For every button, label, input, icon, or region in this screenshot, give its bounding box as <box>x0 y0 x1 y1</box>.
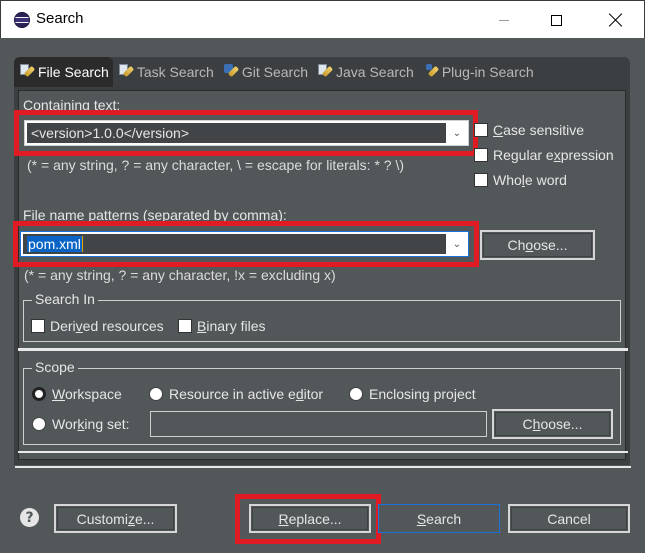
containing-text-hint: (* = any string, ? = any character, \ = … <box>27 157 405 173</box>
file-patterns-input[interactable]: pom.xml <box>23 234 446 254</box>
radio-dot[interactable] <box>32 387 46 401</box>
button-label: Cancel <box>547 510 591 527</box>
derived-resources-checkbox[interactable]: Derived resources <box>31 318 164 334</box>
tab-task-search[interactable]: Task Search <box>113 57 218 87</box>
window-title: Search <box>36 10 84 27</box>
active-editor-radio[interactable]: Resource in active editor <box>149 386 323 402</box>
binary-files-checkbox[interactable]: Binary files <box>178 318 265 334</box>
search-in-title: Search In <box>32 291 98 307</box>
replace-button[interactable]: Replace... <box>249 504 371 533</box>
button-label: Customize... <box>76 510 155 527</box>
checkbox-box[interactable] <box>474 148 488 162</box>
button-label: Choose... <box>507 237 568 253</box>
maximize-icon <box>550 14 562 26</box>
containing-text-combo[interactable]: <version>1.0.0</version> ⌄ <box>24 120 469 146</box>
separator <box>18 348 628 351</box>
file-search-icon <box>19 64 36 80</box>
tab-bar: File Search Task Search Git Search Java … <box>14 57 538 87</box>
whole-word-checkbox[interactable]: Whole word <box>474 172 567 188</box>
chevron-down-icon[interactable]: ⌄ <box>446 232 468 256</box>
regular-expression-checkbox[interactable]: Regular expression <box>474 147 614 163</box>
choose-file-patterns-button[interactable]: Choose... <box>480 230 595 260</box>
button-label: Search <box>416 510 462 527</box>
workspace-radio[interactable]: Workspace <box>32 386 122 402</box>
file-patterns-hint: (* = any string, ? = any character, !x =… <box>24 267 336 283</box>
radio-label: Resource in active editor <box>169 386 324 402</box>
close-button[interactable] <box>593 1 639 39</box>
eclipse-app-icon <box>14 12 30 28</box>
radio-dot[interactable] <box>32 417 46 431</box>
tab-label: Java Search <box>336 64 414 80</box>
chevron-down-icon[interactable]: ⌄ <box>446 121 468 145</box>
task-search-icon <box>118 64 134 80</box>
separator <box>18 451 628 453</box>
button-label: Choose... <box>522 416 583 432</box>
working-set-radio[interactable]: Working set: <box>32 416 130 432</box>
search-button[interactable]: Search <box>378 504 500 533</box>
radio-label: Workspace <box>52 386 122 402</box>
radio-label: Enclosing project <box>369 386 476 402</box>
maximize-button[interactable] <box>533 1 579 39</box>
checkbox-label: Regular expression <box>493 147 614 163</box>
button-label: Replace... <box>278 510 342 527</box>
checkbox-box[interactable] <box>178 319 192 333</box>
tab-file-search[interactable]: File Search <box>14 57 113 87</box>
checkbox-box[interactable] <box>31 319 45 333</box>
choose-working-set-button[interactable]: Choose... <box>492 409 613 439</box>
checkbox-box[interactable] <box>474 173 488 187</box>
tab-git-search[interactable]: Git Search <box>218 57 312 87</box>
cancel-button[interactable]: Cancel <box>508 504 630 533</box>
tab-label: File Search <box>38 64 109 80</box>
customize-button[interactable]: Customize... <box>54 504 177 533</box>
checkbox-label: Binary files <box>197 318 266 334</box>
title-bar: Search <box>0 0 645 38</box>
file-patterns-combo[interactable]: pom.xml ⌄ <box>20 231 469 257</box>
git-search-icon <box>223 64 240 80</box>
minimize-icon <box>499 19 509 21</box>
minimize-button[interactable] <box>481 1 527 39</box>
containing-text-label: Containing text: <box>23 97 121 113</box>
working-set-input[interactable] <box>150 411 487 437</box>
scope-title: Scope <box>32 359 78 375</box>
checkbox-box[interactable] <box>474 123 488 137</box>
separator <box>15 466 631 468</box>
file-patterns-label: File name patterns (separated by comma): <box>23 207 287 223</box>
close-icon <box>609 13 623 27</box>
radio-dot[interactable] <box>149 387 163 401</box>
containing-text-input[interactable]: <version>1.0.0</version> <box>27 123 446 143</box>
java-search-icon <box>317 64 334 80</box>
tab-java-search[interactable]: Java Search <box>312 57 418 87</box>
help-icon[interactable]: ? <box>20 508 39 527</box>
tab-label: Plug-in Search <box>441 64 534 80</box>
selected-text: pom.xml <box>27 236 83 252</box>
checkbox-label: Case sensitive <box>493 122 585 138</box>
radio-label: Working set: <box>52 416 130 432</box>
tab-plugin-search[interactable]: Plug-in Search <box>418 57 538 87</box>
tab-label: Git Search <box>241 64 308 80</box>
checkbox-label: Whole word <box>493 172 567 188</box>
enclosing-project-radio[interactable]: Enclosing project <box>349 386 476 402</box>
tab-label: Task Search <box>136 64 214 80</box>
case-sensitive-checkbox[interactable]: Case sensitive <box>474 122 584 138</box>
radio-dot[interactable] <box>349 387 363 401</box>
checkbox-label: Derived resources <box>50 318 164 334</box>
plugin-search-icon <box>423 64 439 80</box>
